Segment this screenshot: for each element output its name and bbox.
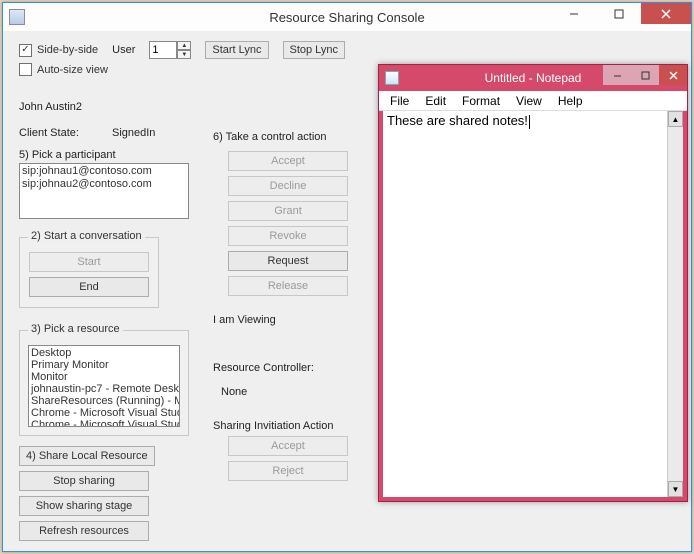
client-state-label: Client State: <box>19 127 79 139</box>
list-item[interactable]: sip:johnau1@contoso.com <box>22 165 186 178</box>
user-number-input[interactable]: ▲ ▼ <box>149 41 191 59</box>
list-item[interactable]: ShareResources (Running) - Micr <box>31 395 180 407</box>
group-3-title: 3) Pick a resource <box>28 323 123 335</box>
window-chrome-buttons <box>551 3 691 24</box>
scroll-up-icon[interactable]: ▲ <box>668 111 683 127</box>
resource-list[interactable]: Desktop Primary Monitor Monitor johnaust… <box>28 345 180 427</box>
maximize-button[interactable] <box>596 3 641 24</box>
section-6-label: 6) Take a control action <box>213 131 363 143</box>
checkmark-icon: ✓ <box>19 44 32 57</box>
menu-file[interactable]: File <box>383 93 416 109</box>
invitation-reject-button[interactable]: Reject <box>228 461 348 481</box>
notepad-menubar: File Edit Format View Help <box>379 91 687 111</box>
start-conversation-group: 2) Start a conversation Start End <box>19 237 159 308</box>
menu-help[interactable]: Help <box>551 93 590 109</box>
share-local-button[interactable]: 4) Share Local Resource <box>19 446 155 466</box>
middle-column: 6) Take a control action Accept Decline … <box>213 131 363 481</box>
user-label: User <box>112 44 135 56</box>
text-caret-icon <box>529 115 530 129</box>
scroll-down-icon[interactable]: ▼ <box>668 481 683 497</box>
main-titlebar[interactable]: Resource Sharing Console <box>3 3 691 31</box>
list-item[interactable]: Chrome - Microsoft Visual Studio <box>31 407 180 419</box>
notepad-scrollbar[interactable]: ▲ ▼ <box>667 111 683 497</box>
grant-button[interactable]: Grant <box>228 201 348 221</box>
start-lync-button[interactable]: Start Lync <box>205 41 268 59</box>
auto-size-checkbox[interactable]: Auto-size view <box>19 63 108 76</box>
menu-edit[interactable]: Edit <box>418 93 453 109</box>
notepad-maximize-button[interactable] <box>631 65 659 85</box>
notepad-content: These are shared notes! <box>387 113 528 128</box>
group-2-title: 2) Start a conversation <box>28 230 145 242</box>
start-button[interactable]: Start <box>29 252 149 272</box>
pick-resource-group: 3) Pick a resource Desktop Primary Monit… <box>19 330 189 436</box>
stop-sharing-button[interactable]: Stop sharing <box>19 471 149 491</box>
notepad-icon <box>385 71 399 85</box>
refresh-resources-button[interactable]: Refresh resources <box>19 521 149 541</box>
revoke-button[interactable]: Revoke <box>228 226 348 246</box>
app-icon <box>9 9 25 25</box>
minimize-button[interactable] <box>551 3 596 24</box>
accept-button[interactable]: Accept <box>228 151 348 171</box>
resource-controller-value: None <box>221 386 363 398</box>
stop-lync-button[interactable]: Stop Lync <box>283 41 346 59</box>
list-item[interactable]: johnaustin-pc7 - Remote Desktop <box>31 383 180 395</box>
topbar: ✓ Side-by-side User ▲ ▼ Start Lync Stop … <box>19 41 345 59</box>
spin-down-icon[interactable]: ▼ <box>177 50 191 59</box>
end-button[interactable]: End <box>29 277 149 297</box>
resource-controller-label: Resource Controller: <box>213 362 363 374</box>
left-column: John Austin2 Client State: SignedIn 5) P… <box>19 101 199 541</box>
notepad-window: Untitled - Notepad File Edit Format View… <box>378 64 688 502</box>
decline-button[interactable]: Decline <box>228 176 348 196</box>
user-number-field[interactable] <box>149 41 177 59</box>
menu-view[interactable]: View <box>509 93 549 109</box>
menu-format[interactable]: Format <box>455 93 507 109</box>
side-by-side-label: Side-by-side <box>37 44 98 56</box>
notepad-text-area[interactable]: These are shared notes! ▲ ▼ <box>379 111 687 501</box>
list-item[interactable]: Desktop <box>31 347 180 359</box>
spin-up-icon[interactable]: ▲ <box>177 41 191 50</box>
section-5-label: 5) Pick a participant <box>19 149 199 161</box>
release-button[interactable]: Release <box>228 276 348 296</box>
list-item[interactable]: sip:johnau2@contoso.com <box>22 178 186 191</box>
close-button[interactable] <box>641 3 691 24</box>
invitation-accept-button[interactable]: Accept <box>228 436 348 456</box>
notepad-minimize-button[interactable] <box>603 65 631 85</box>
client-state-value: SignedIn <box>112 127 155 139</box>
participant-list[interactable]: sip:johnau1@contoso.com sip:johnau2@cont… <box>19 163 189 219</box>
request-button[interactable]: Request <box>228 251 348 271</box>
list-item[interactable]: Primary Monitor <box>31 359 180 371</box>
side-by-side-checkbox[interactable]: ✓ Side-by-side <box>19 44 98 57</box>
auto-size-label: Auto-size view <box>37 64 108 76</box>
sharing-invitation-label: Sharing Invitiation Action <box>213 420 363 432</box>
list-item[interactable]: Monitor <box>31 371 180 383</box>
checkbox-empty-icon <box>19 63 32 76</box>
show-stage-button[interactable]: Show sharing stage <box>19 496 149 516</box>
user-name: John Austin2 <box>19 101 199 113</box>
notepad-close-button[interactable] <box>659 65 687 85</box>
list-item[interactable]: Chrome - Microsoft Visual Studio <box>31 419 180 427</box>
i-am-viewing-label: I am Viewing <box>213 314 363 326</box>
scroll-track[interactable] <box>668 127 683 481</box>
notepad-titlebar[interactable]: Untitled - Notepad <box>379 65 687 91</box>
